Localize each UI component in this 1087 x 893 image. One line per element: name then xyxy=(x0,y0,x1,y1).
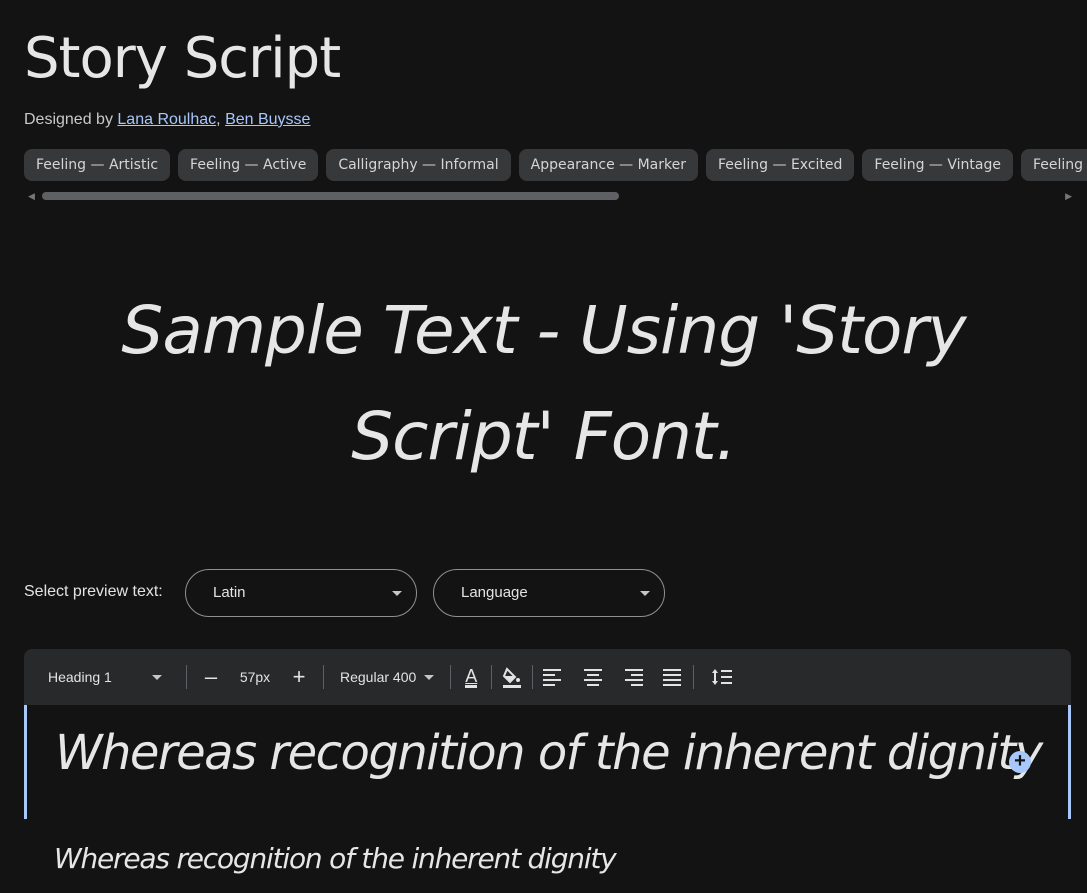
align-right-icon xyxy=(623,668,644,686)
editor-text[interactable]: Whereas recognition of the inherent dign… xyxy=(55,725,1043,781)
text-color-button[interactable]: A xyxy=(451,657,491,697)
sample-text: Sample Text - Using 'Story Script' Font. xyxy=(121,292,966,475)
font-title: Story Script xyxy=(24,26,341,91)
tag-list: Feeling — Artistic Feeling — Active Call… xyxy=(24,149,1087,181)
chevron-down-icon xyxy=(392,591,402,596)
tag-chip[interactable]: Feeling — xyxy=(1020,149,1087,181)
scroll-right-arrow-icon[interactable]: ▶ xyxy=(1065,191,1072,202)
chevron-down-icon xyxy=(152,674,162,680)
line-height-button[interactable] xyxy=(702,657,742,697)
align-justify-button[interactable] xyxy=(653,657,693,697)
style-select-value: Heading 1 xyxy=(48,669,112,685)
toolbar-divider xyxy=(693,665,695,689)
tag-chip[interactable]: Appearance — Marker xyxy=(518,149,698,181)
text-color-icon: A xyxy=(465,665,478,688)
align-right-button[interactable] xyxy=(613,657,653,697)
preview-label: Select preview text: xyxy=(24,583,163,600)
tag-chip[interactable]: Feeling — Active xyxy=(178,149,319,181)
weight-select[interactable]: Regular 400 xyxy=(324,649,450,705)
language-select-value: Language xyxy=(461,584,528,601)
chevron-down-icon xyxy=(424,674,435,680)
fill-bucket-icon xyxy=(503,667,522,688)
tag-chip[interactable]: Feeling — Vintage xyxy=(862,149,1013,181)
highlight-color-button[interactable] xyxy=(492,657,532,697)
preview-editor[interactable]: Whereas recognition of the inherent dign… xyxy=(24,705,1071,819)
scroll-thumb[interactable] xyxy=(42,192,619,200)
align-center-button[interactable] xyxy=(573,657,613,697)
tag-chip[interactable]: Feeling — Excited xyxy=(705,149,855,181)
script-select[interactable]: Latin xyxy=(185,569,417,617)
align-left-icon xyxy=(543,668,563,686)
designers-line: Designed by Lana Roulhac, Ben Buysse xyxy=(24,111,310,129)
tag-scrollbar[interactable]: ◀ ▶ xyxy=(24,190,1072,202)
tag-chip[interactable]: Feeling — Artistic xyxy=(24,149,171,181)
tag-chip[interactable]: Calligraphy — Informal xyxy=(326,149,511,181)
font-size-value[interactable]: 57px xyxy=(231,649,279,705)
script-select-value: Latin xyxy=(213,584,246,601)
language-select[interactable]: Language xyxy=(433,569,665,617)
toolbar-divider xyxy=(186,665,187,689)
chevron-down-icon xyxy=(640,591,650,596)
weight-select-value: Regular 400 xyxy=(340,669,417,685)
designed-by-label: Designed by xyxy=(24,111,113,128)
designer-separator: , xyxy=(216,111,221,128)
designer-link-1[interactable]: Lana Roulhac xyxy=(117,111,216,128)
style-select[interactable]: Heading 1 xyxy=(24,649,186,705)
increase-size-button[interactable]: + xyxy=(279,657,319,697)
editor-toolbar: Heading 1 – 57px + Regular 400 A xyxy=(24,649,1071,705)
add-button[interactable]: + xyxy=(1009,751,1031,773)
preview-line: Whereas recognition of the inherent dign… xyxy=(54,842,617,875)
scroll-left-arrow-icon[interactable]: ◀ xyxy=(28,191,35,202)
align-justify-icon xyxy=(663,668,683,686)
line-height-icon xyxy=(712,669,733,685)
align-left-button[interactable] xyxy=(533,657,573,697)
decrease-size-button[interactable]: – xyxy=(191,657,231,697)
align-center-icon xyxy=(583,668,603,686)
designer-link-2[interactable]: Ben Buysse xyxy=(225,111,310,128)
